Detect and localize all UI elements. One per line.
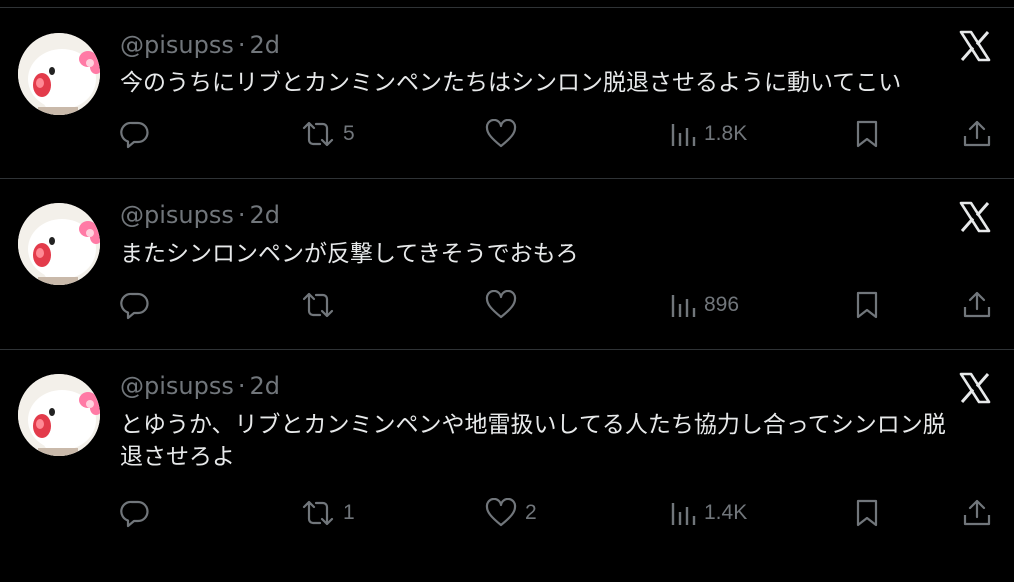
like-button[interactable]: 2 bbox=[485, 493, 537, 533]
avatar[interactable] bbox=[18, 33, 100, 115]
tweet-text: とゆうか、リブとカンミンペンや地雷扱いしてる人たち協力し合ってシンロン脱 退させ… bbox=[120, 412, 946, 470]
timestamp[interactable]: 2d bbox=[250, 31, 281, 59]
handle[interactable]: @pisupss bbox=[120, 31, 234, 59]
views-button[interactable]: 1.8K bbox=[670, 114, 747, 154]
x-logo-icon bbox=[958, 200, 992, 234]
views-count: 1.8K bbox=[704, 122, 748, 145]
like-button[interactable] bbox=[485, 114, 525, 154]
handle[interactable]: @pisupss bbox=[120, 201, 234, 229]
repost-count: 1 bbox=[343, 501, 355, 524]
repost-button[interactable]: 1 bbox=[301, 493, 355, 533]
meta-separator: · bbox=[237, 201, 246, 229]
avatar[interactable] bbox=[18, 374, 100, 456]
x-logo-icon bbox=[958, 371, 992, 405]
tweet-meta: @pisupss · 2d bbox=[120, 371, 280, 401]
views-icon bbox=[671, 295, 696, 317]
reply-button[interactable] bbox=[120, 285, 158, 325]
heart-icon bbox=[485, 498, 517, 527]
heart-icon bbox=[485, 119, 517, 148]
tweet-2[interactable]: @pisupss · 2d またシンロンペンが反撃してきそうでおもろ 896 bbox=[0, 178, 1014, 349]
bookmark-button[interactable] bbox=[854, 114, 880, 154]
tweet-text: またシンロンペンが反撃してきそうでおもろ bbox=[120, 241, 579, 267]
views-button[interactable]: 896 bbox=[670, 285, 739, 325]
repost-icon bbox=[302, 292, 334, 318]
repost-button[interactable] bbox=[301, 285, 343, 325]
handle[interactable]: @pisupss bbox=[120, 372, 234, 400]
views-count: 896 bbox=[704, 293, 740, 316]
like-button[interactable] bbox=[485, 285, 525, 325]
action-bar: 1 2 1.4K bbox=[0, 493, 1014, 533]
repost-button[interactable]: 5 bbox=[301, 114, 355, 154]
bookmark-icon bbox=[856, 499, 878, 527]
repost-icon bbox=[302, 121, 334, 147]
views-icon bbox=[671, 503, 696, 525]
share-icon bbox=[963, 120, 991, 147]
action-bar: 896 bbox=[0, 285, 1014, 325]
tweet-meta: @pisupss · 2d bbox=[120, 200, 280, 230]
share-button[interactable] bbox=[962, 114, 992, 154]
avatar-image bbox=[18, 374, 100, 456]
reply-icon bbox=[120, 500, 149, 528]
avatar-image bbox=[18, 33, 100, 115]
meta-separator: · bbox=[237, 31, 246, 59]
heart-icon bbox=[485, 290, 517, 319]
share-icon bbox=[963, 291, 991, 318]
avatar[interactable] bbox=[18, 203, 100, 285]
share-button[interactable] bbox=[962, 493, 992, 533]
x-logo-icon bbox=[958, 29, 992, 63]
reply-button[interactable] bbox=[120, 114, 158, 154]
tweet-1[interactable]: @pisupss · 2d 今のうちにリブとカンミンペンたちはシンロン脱退させるよう… bbox=[0, 0, 1014, 178]
share-button[interactable] bbox=[962, 285, 992, 325]
tweet-3[interactable]: @pisupss · 2d とゆうか、リブとカンミンペンや地雷扱いしてる人たち協力し… bbox=[0, 349, 1014, 582]
like-count: 2 bbox=[525, 501, 537, 524]
action-bar: 5 1.8K bbox=[0, 114, 1014, 154]
timestamp[interactable]: 2d bbox=[250, 372, 281, 400]
bookmark-button[interactable] bbox=[854, 493, 880, 533]
timestamp[interactable]: 2d bbox=[250, 201, 281, 229]
avatar-image bbox=[18, 203, 100, 285]
reply-icon bbox=[120, 292, 149, 320]
reply-icon bbox=[120, 121, 149, 149]
share-icon bbox=[963, 499, 991, 526]
meta-separator: · bbox=[237, 372, 246, 400]
bookmark-icon bbox=[856, 120, 878, 148]
bookmark-button[interactable] bbox=[854, 285, 880, 325]
reply-button[interactable] bbox=[120, 493, 158, 533]
repost-count: 5 bbox=[343, 122, 355, 145]
views-icon bbox=[671, 124, 696, 146]
bookmark-icon bbox=[856, 291, 878, 319]
views-button[interactable]: 1.4K bbox=[670, 493, 747, 533]
repost-icon bbox=[302, 500, 334, 526]
tweet-meta: @pisupss · 2d bbox=[120, 30, 280, 60]
views-count: 1.4K bbox=[704, 501, 748, 524]
tweet-text: 今のうちにリブとカンミンペンたちはシンロン脱退させるように動いてこい bbox=[120, 70, 902, 96]
